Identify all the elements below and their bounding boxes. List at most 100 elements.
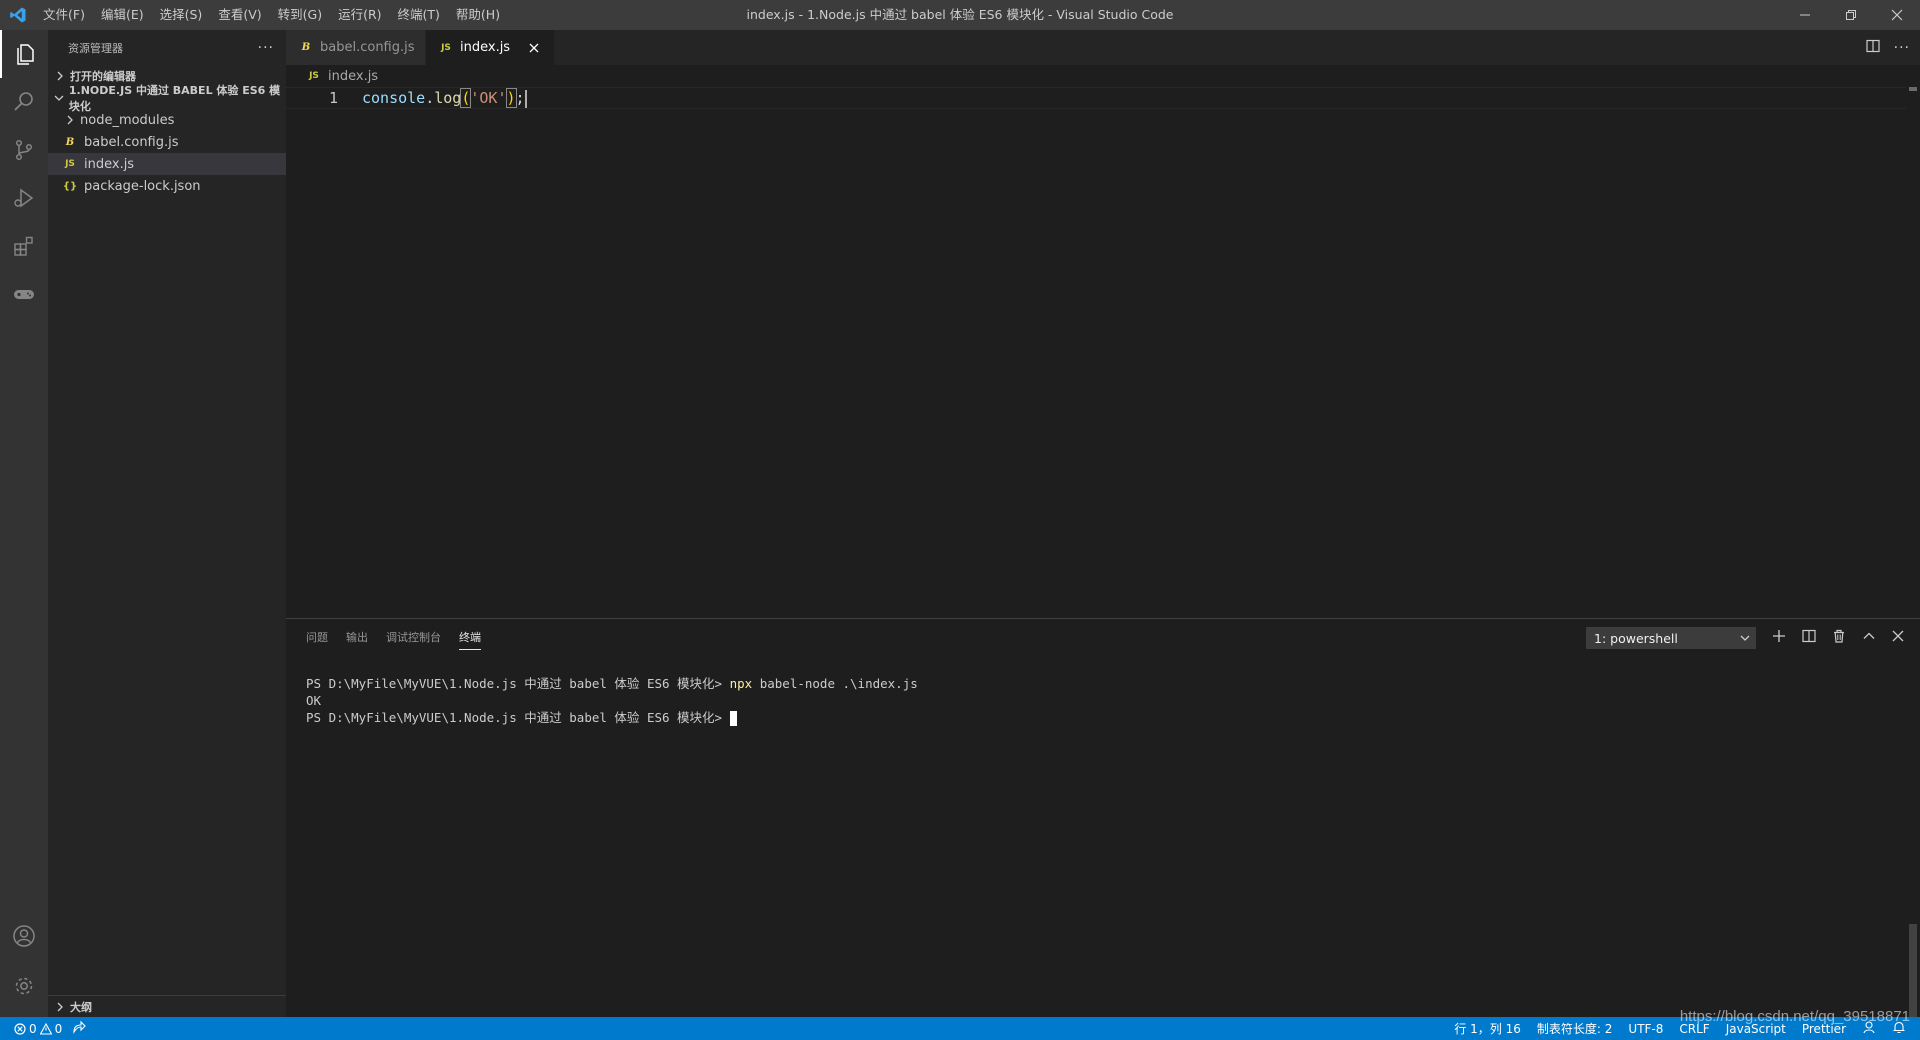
tab-problems[interactable]: 问题 <box>306 629 328 645</box>
kill-terminal-button[interactable] <box>1832 629 1846 647</box>
split-editor-button[interactable] <box>1866 39 1880 57</box>
tab-label: babel.config.js <box>320 40 415 55</box>
menu-bar: 文件(F) 编辑(E) 选择(S) 查看(V) 转到(G) 运行(R) 终端(T… <box>35 0 508 30</box>
editor-scrollbar[interactable] <box>1906 87 1920 1017</box>
terminal-line: OK <box>306 693 322 708</box>
live-share-button[interactable] <box>72 1020 87 1037</box>
explorer-activity[interactable] <box>0 30 48 78</box>
terminal-cursor <box>729 711 737 726</box>
menu-selection[interactable]: 选择(S) <box>152 0 211 30</box>
menu-terminal[interactable]: 终端(T) <box>390 0 448 30</box>
indentation[interactable]: 制表符长度: 2 <box>1537 1020 1613 1037</box>
window-controls <box>1782 0 1920 30</box>
extensions-activity[interactable] <box>0 222 48 270</box>
explorer-sidebar: 资源管理器 ··· 打开的编辑器 1.NODE.JS 中通过 BABEL 体验 … <box>48 30 286 1017</box>
tree-item-label: node_modules <box>80 112 175 128</box>
close-window-button[interactable] <box>1874 0 1920 30</box>
outline-section[interactable]: 大纲 <box>48 995 286 1017</box>
search-activity[interactable] <box>0 78 48 126</box>
close-panel-button[interactable] <box>1892 630 1904 646</box>
tab-label: index.js <box>460 40 511 55</box>
folder-section[interactable]: 1.NODE.JS 中通过 BABEL 体验 ES6 模块化 <box>48 84 286 113</box>
current-line: 1 console.log('OK'); <box>286 87 1906 109</box>
extensions-icon <box>14 236 33 256</box>
problems-indicator[interactable]: 0 0 <box>14 1022 62 1036</box>
title-bar: 文件(F) 编辑(E) 选择(S) 查看(V) 转到(G) 运行(R) 终端(T… <box>0 0 1920 30</box>
babel-file-icon: B <box>301 42 311 53</box>
code-dot: . <box>425 89 435 107</box>
restore-button[interactable] <box>1828 0 1874 30</box>
warning-count: 0 <box>54 1021 63 1036</box>
more-actions-icon[interactable]: ··· <box>258 40 274 56</box>
search-icon <box>14 92 33 111</box>
menu-go[interactable]: 转到(G) <box>270 0 330 30</box>
close-icon <box>1891 9 1903 21</box>
tree-item-label: package-lock.json <box>84 178 201 194</box>
sidebar-header: 资源管理器 ··· <box>48 30 286 65</box>
minimize-button[interactable] <box>1782 0 1828 30</box>
tree-item-package-lock[interactable]: {} package-lock.json <box>48 175 286 197</box>
text-cursor <box>524 89 527 108</box>
terminal-select-value: 1: powershell <box>1594 630 1678 646</box>
terminal-select[interactable]: 1: powershell <box>1586 627 1756 649</box>
tab-debug-console[interactable]: 调试控制台 <box>386 629 441 645</box>
babel-file-icon: B <box>65 136 75 148</box>
cursor-position[interactable]: 行 1，列 16 <box>1454 1020 1521 1037</box>
terminal-command: npx <box>729 676 753 691</box>
tree-item-babel-config[interactable]: B babel.config.js <box>48 131 286 153</box>
editor-actions: ··· <box>1866 30 1910 65</box>
maximize-panel-button[interactable] <box>1862 629 1876 647</box>
remote-activity[interactable] <box>0 270 48 318</box>
tab-index-js[interactable]: JS index.js <box>426 30 556 65</box>
panel-scrollbar-thumb[interactable] <box>1909 924 1917 1017</box>
line-number: 1 <box>328 89 338 107</box>
status-bar: 0 0 行 1，列 16 制表符长度: 2 UTF-8 CRLF JavaScr… <box>0 1017 1920 1040</box>
tab-output[interactable]: 输出 <box>346 629 368 645</box>
editor-tabs: B babel.config.js JS index.js ··· <box>286 30 1920 65</box>
code-editor[interactable]: 1 console.log('OK'); <box>286 87 1920 617</box>
close-tab-button[interactable] <box>524 38 544 58</box>
menu-edit[interactable]: 编辑(E) <box>93 0 152 30</box>
watermark: https://blog.csdn.net/qq_39518871 <box>1679 1008 1910 1025</box>
settings-activity[interactable] <box>0 962 48 1010</box>
menu-run[interactable]: 运行(R) <box>330 0 389 30</box>
menu-help[interactable]: 帮助(H) <box>448 0 508 30</box>
encoding[interactable]: UTF-8 <box>1628 1022 1663 1036</box>
source-control-activity[interactable] <box>0 126 48 174</box>
menu-file[interactable]: 文件(F) <box>35 0 93 30</box>
accounts-activity[interactable] <box>0 912 48 960</box>
split-terminal-button[interactable] <box>1802 629 1816 647</box>
share-arrow-icon <box>73 1020 87 1035</box>
warning-icon <box>39 1022 52 1035</box>
tab-terminal[interactable]: 终端 <box>459 629 481 650</box>
gamepad-icon <box>14 290 34 299</box>
code-object: console <box>362 89 426 107</box>
terminal-args: babel-node .\index.js <box>752 676 918 691</box>
error-count: 0 <box>29 1021 37 1036</box>
breadcrumb: JS index.js <box>286 65 1920 87</box>
run-debug-activity[interactable] <box>0 174 48 222</box>
chevron-down-icon <box>1740 635 1750 641</box>
chevron-right-icon <box>62 112 78 128</box>
gear-icon <box>15 977 33 995</box>
js-file-icon: JS <box>309 71 319 81</box>
json-file-icon: {} <box>62 180 78 192</box>
code-string: 'OK' <box>470 89 507 107</box>
close-icon <box>529 43 539 52</box>
tab-babel-config[interactable]: B babel.config.js <box>286 30 426 65</box>
trash-icon <box>1834 629 1844 643</box>
folder-label: 1.NODE.JS 中通过 BABEL 体验 ES6 模块化 <box>68 84 281 113</box>
terminal-prompt: PS D:\MyFile\MyVUE\1.Node.js 中通过 babel 体… <box>306 710 730 725</box>
tree-item-index-js[interactable]: JS index.js <box>48 153 286 175</box>
breadcrumb-file[interactable]: index.js <box>328 69 378 84</box>
more-actions-icon[interactable]: ··· <box>1894 40 1910 56</box>
new-terminal-button[interactable] <box>1772 629 1786 647</box>
terminal-output[interactable]: PS D:\MyFile\MyVUE\1.Node.js 中通过 babel 体… <box>306 675 918 726</box>
chevron-up-icon <box>1863 632 1875 639</box>
restore-icon <box>1846 10 1856 20</box>
minimize-icon <box>1800 14 1810 16</box>
js-file-icon: JS <box>441 42 451 53</box>
run-debug-icon <box>14 188 34 208</box>
tree-item-label: babel.config.js <box>84 134 179 150</box>
menu-view[interactable]: 查看(V) <box>210 0 269 30</box>
